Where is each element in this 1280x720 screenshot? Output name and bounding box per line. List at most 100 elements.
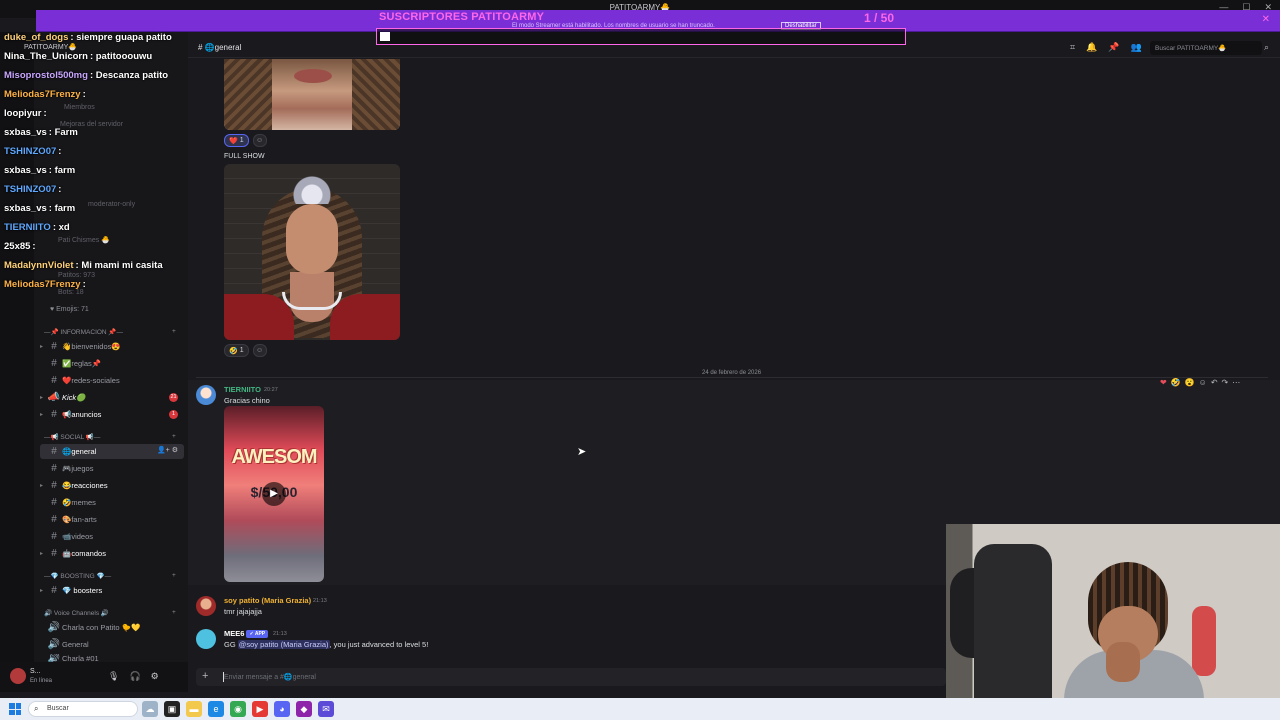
chat-text: : farm xyxy=(48,165,76,176)
voice-channel-charla-01[interactable]: 🔊 Charla #01 xyxy=(40,654,184,662)
composer-placeholder: Enviar mensaje a #🌐general xyxy=(224,674,316,681)
avatar[interactable] xyxy=(196,629,216,649)
windows-start-icon[interactable] xyxy=(9,703,21,715)
more-options-icon[interactable]: ⋯ xyxy=(1232,378,1240,387)
close-icon[interactable]: ✕ xyxy=(1262,14,1270,25)
microphone-icon[interactable]: 🎙 xyxy=(108,671,119,682)
avatar[interactable] xyxy=(10,668,26,684)
chat-text: : xyxy=(43,108,47,119)
chat-text: : xd xyxy=(52,222,70,233)
chat-message: loopiyur: xyxy=(4,104,204,123)
category-social[interactable]: —📢 SOCIAL 📢— + xyxy=(44,433,176,441)
discord-icon[interactable]: ◕ xyxy=(274,701,290,717)
forward-icon[interactable]: ↷ xyxy=(1222,378,1229,387)
edge-icon[interactable]: e xyxy=(208,701,224,717)
members-icon[interactable]: 👥 xyxy=(1131,42,1142,53)
message-text: Gracias chino xyxy=(224,396,270,405)
chat-message: sxbas_vs: Farm xyxy=(4,123,204,142)
avatar[interactable] xyxy=(196,596,216,616)
channel-fan-arts[interactable]: # 🎨fan-arts xyxy=(40,512,184,527)
messenger-icon[interactable]: ✉ xyxy=(318,701,334,717)
message-author[interactable]: soy patito (Maria Grazia) xyxy=(224,596,311,605)
channel-videos[interactable]: # 📹videos xyxy=(40,529,184,544)
widgets-icon[interactable]: ☁ xyxy=(142,701,158,717)
chat-username[interactable]: duke_of_dogs xyxy=(4,32,68,43)
message-author[interactable]: MEE6 ✓ APP xyxy=(224,629,269,638)
threads-icon[interactable]: ⌗ xyxy=(1070,42,1075,53)
user-panel: S... En línea 🎙 🎧 ⚙ xyxy=(0,662,188,692)
chrome-icon[interactable]: ◉ xyxy=(230,701,246,717)
channel-settings-icon[interactable]: 👤+ ⚙ xyxy=(157,446,178,454)
add-reaction-icon[interactable]: ☺ xyxy=(252,134,267,147)
chat-username[interactable]: MadalynnViolet xyxy=(4,260,74,271)
avatar[interactable] xyxy=(196,385,216,405)
reply-icon[interactable]: ↶ xyxy=(1211,378,1218,387)
chat-username[interactable]: Meliodas7Frenzy xyxy=(4,89,81,100)
channel-memes[interactable]: # 🤣memes xyxy=(40,495,184,510)
channel-kick[interactable]: ▸ 📣 Kick🟢 21 xyxy=(40,390,184,405)
channel-bienvenidos[interactable]: ▸ # 👋bienvenidos😍 xyxy=(40,339,184,354)
chat-username[interactable]: TSHINZO07 xyxy=(4,146,56,157)
user-mention[interactable]: @soy patito (Maria Grazia) xyxy=(237,640,330,649)
chat-username[interactable]: loopiyur xyxy=(4,108,41,119)
channel-general[interactable]: # 🌐general 👤+ ⚙ xyxy=(40,444,184,459)
stream-app-icon[interactable]: ◆ xyxy=(296,701,312,717)
attach-plus-icon[interactable]: + xyxy=(202,670,208,682)
add-channel-icon[interactable]: + xyxy=(172,328,176,335)
category-voice[interactable]: 🔊 Voice Channels 🔊 + xyxy=(44,609,176,617)
chat-message: Misoprostol500mg: Descanza patito xyxy=(4,66,204,85)
reaction-wow-icon[interactable]: 😮 xyxy=(1185,378,1195,387)
chat-username[interactable]: Meliodas7Frenzy xyxy=(4,279,81,290)
channel-juegos[interactable]: # 🎮juegos xyxy=(40,461,184,476)
file-explorer-icon[interactable]: ▬ xyxy=(186,701,202,717)
add-channel-icon[interactable]: + xyxy=(172,572,176,579)
add-reaction-icon[interactable]: ☺ xyxy=(1199,378,1207,387)
headphones-icon[interactable]: 🎧 xyxy=(129,671,140,682)
chat-username[interactable]: sxbas_vs xyxy=(4,203,47,214)
add-reaction-icon[interactable]: ☺ xyxy=(252,344,267,357)
bell-icon[interactable]: 🔔 xyxy=(1086,42,1097,53)
channel-reacciones[interactable]: ▸ # 😂reacciones xyxy=(40,478,184,493)
channel-boosters[interactable]: ▸ # 💎 boosters xyxy=(40,583,184,598)
search-icon[interactable]: ⌕ xyxy=(1264,42,1269,53)
attachment-image-queen[interactable] xyxy=(224,164,400,340)
gear-icon[interactable]: ⚙ xyxy=(151,671,159,682)
video-attachment[interactable]: AWESOM $/50,00 ▶ xyxy=(224,406,324,582)
chat-username[interactable]: sxbas_vs xyxy=(4,165,47,176)
voice-channel-charla-patito[interactable]: 🔊 Charla con Patito 🐤💛 xyxy=(40,620,184,635)
youtube-icon[interactable]: ▶ xyxy=(252,701,268,717)
channel-redes-sociales[interactable]: # ❤️redes-sociales xyxy=(40,373,184,388)
category-informacion[interactable]: —📌 INFORMACION 📌— + xyxy=(44,328,176,336)
channel-anuncios[interactable]: ▸ # 📢anuncios 1 xyxy=(40,407,184,422)
message-composer[interactable]: + Enviar mensaje a #🌐general xyxy=(196,668,946,686)
channel-reglas[interactable]: # ✅reglas📌 xyxy=(40,356,184,371)
add-channel-icon[interactable]: + xyxy=(172,433,176,440)
task-view-icon[interactable]: ▣ xyxy=(164,701,180,717)
attachment-image-portrait[interactable] xyxy=(224,59,400,130)
taskbar-search[interactable]: ⌕ Buscar xyxy=(28,701,138,717)
channel-label: 👋bienvenidos😍 xyxy=(62,342,121,351)
category-boosting[interactable]: —💎 BOOSTING 💎— + xyxy=(44,572,176,580)
message-author[interactable]: TIERNIITO xyxy=(224,385,261,394)
chat-username[interactable]: TSHINZO07 xyxy=(4,184,56,195)
channel-label: 🎮juegos xyxy=(62,464,94,473)
reaction-laugh-icon[interactable]: 🤣 xyxy=(1171,378,1181,387)
channel-comandos[interactable]: ▸ # 🤖comandos xyxy=(40,546,184,561)
search-input[interactable]: Buscar PATITOARMY🐣 xyxy=(1150,41,1262,55)
channel-label: ❤️redes-sociales xyxy=(62,376,120,385)
chat-username[interactable]: 25x85 xyxy=(4,241,30,252)
chat-username[interactable]: Nina_The_Unicorn xyxy=(4,51,88,62)
play-icon[interactable]: ▶ xyxy=(262,482,286,506)
chat-username[interactable]: Misoprostol500mg xyxy=(4,70,88,81)
chat-text: : xyxy=(58,146,62,157)
reaction-heart[interactable]: ❤️ 1 xyxy=(224,134,249,147)
pin-icon[interactable]: 📌 xyxy=(1108,42,1119,53)
date-divider xyxy=(196,377,1268,378)
chat-username[interactable]: sxbas_vs xyxy=(4,127,47,138)
chat-username[interactable]: TIERNIITO xyxy=(4,222,51,233)
reaction-heart-icon[interactable]: ❤ xyxy=(1160,378,1167,387)
voice-channel-general[interactable]: 🔊 General xyxy=(40,637,184,652)
category-label: —📢 SOCIAL 📢— xyxy=(44,434,101,441)
add-channel-icon[interactable]: + xyxy=(172,609,176,616)
reaction-laugh[interactable]: 🤣 1 xyxy=(224,344,249,357)
